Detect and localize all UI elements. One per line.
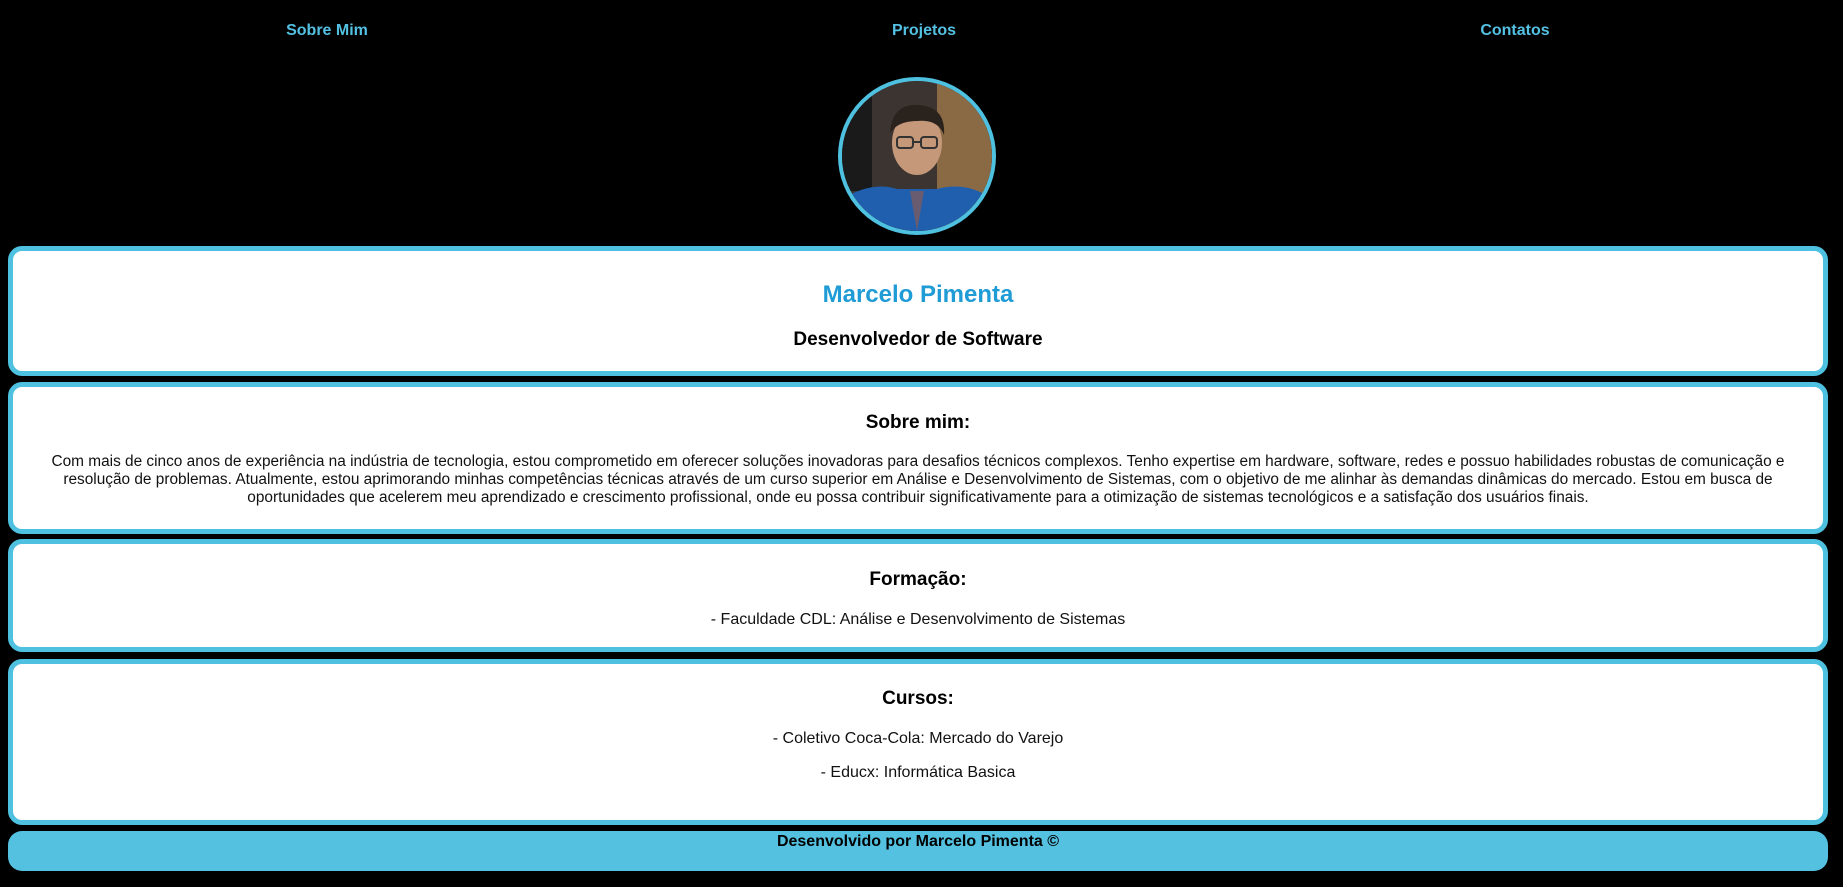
footer-text: Desenvolvido por Marcelo Pimenta ©: [776, 833, 1060, 850]
about-text: Com mais de cinco anos de experiência na…: [51, 453, 1785, 506]
profile-name: Marcelo Pimenta: [822, 281, 1014, 308]
nav-link-contatos[interactable]: Contatos: [1415, 22, 1615, 40]
profile-avatar: [838, 77, 996, 235]
footer: Desenvolvido por Marcelo Pimenta ©: [8, 831, 1828, 871]
course-item: - Coletivo Coca-Cola: Mercado do Varejo: [772, 730, 1064, 747]
nav-link-projetos[interactable]: Projetos: [824, 22, 1024, 40]
education-section: Formação: - Faculdade CDL: Análise e Des…: [8, 539, 1828, 652]
about-title: Sobre mim:: [865, 412, 971, 433]
courses-title: Cursos:: [882, 688, 954, 709]
course-item: - Educx: Informática Basica: [820, 764, 1016, 781]
education-title: Formação:: [869, 569, 967, 590]
profile-photo: [842, 81, 992, 231]
page: Sobre Mim Projetos Contatos Marcelo Pime…: [0, 0, 1843, 887]
about-section: Sobre mim: Com mais de cinco anos de exp…: [8, 382, 1828, 534]
courses-section: Cursos: - Coletivo Coca-Cola: Mercado do…: [8, 659, 1828, 825]
education-item: - Faculdade CDL: Análise e Desenvolvimen…: [710, 611, 1126, 628]
top-nav: Sobre Mim Projetos Contatos: [0, 0, 1843, 62]
nav-link-sobre-mim[interactable]: Sobre Mim: [227, 22, 427, 40]
profile-card: Marcelo Pimenta Desenvolvedor de Softwar…: [8, 246, 1828, 376]
profile-role: Desenvolvedor de Software: [793, 329, 1043, 350]
